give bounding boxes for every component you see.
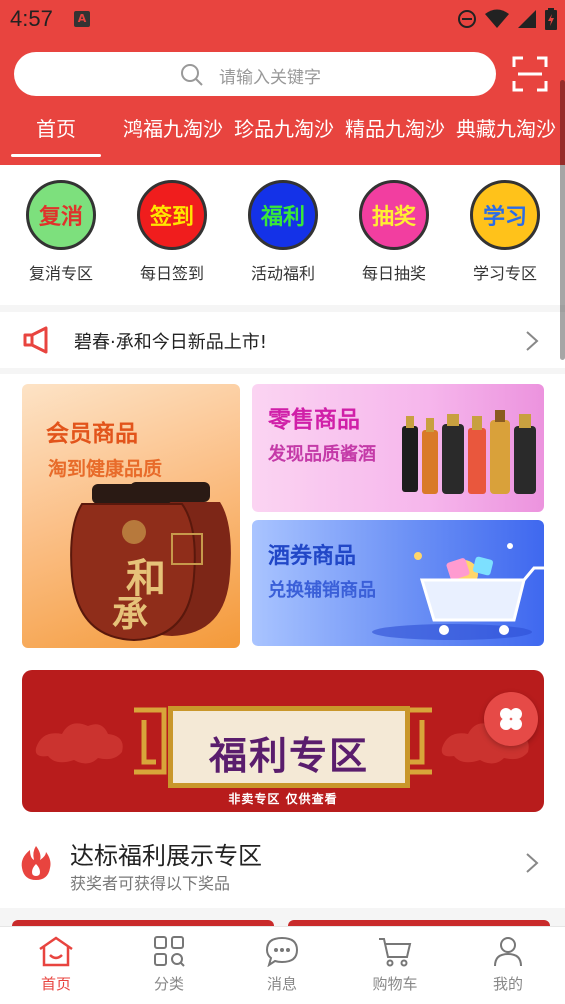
search-icon	[181, 64, 203, 86]
category-icon	[154, 936, 185, 967]
category-fuxiao[interactable]: 复消 复消专区	[13, 180, 109, 284]
category-badge-icon: 福利	[248, 180, 318, 250]
scan-icon[interactable]	[512, 56, 548, 92]
header: 4:57 A 请输入关键字 首页 鸿福九淘沙 珍品九淘沙 精品九淘沙 典藏九淘沙	[0, 0, 565, 165]
category-row: 复消 复消专区 签到 每日签到 福利 活动福利 抽奖 每日抽奖 学习 学习专区	[0, 165, 565, 305]
promo-grid: 会员商品 淘到健康品质 和 承 零售商品 发现品质酱酒 酒券商品 兑换辅销商品	[0, 374, 565, 664]
banner-title: 福利专区	[208, 734, 369, 778]
search-placeholder: 请输入关键字	[219, 68, 321, 88]
nav-category[interactable]: 分类	[124, 935, 214, 994]
tab-jingpin[interactable]: 精品九淘沙	[345, 108, 445, 150]
shopping-cart-image	[372, 543, 544, 640]
welfare-showcase-section[interactable]: 达标福利展示专区 获奖者可获得以下奖品	[0, 824, 565, 908]
category-label: 复消专区	[28, 264, 93, 283]
banner-subtitle: 非卖专区 仅供查看	[228, 792, 338, 806]
message-icon	[265, 936, 299, 967]
wifi-icon	[485, 9, 509, 28]
bottom-nav: 首页 分类 消息 购物车 我的	[0, 926, 565, 1004]
welfare-banner-area: 福利专区 非卖专区 仅供查看	[0, 664, 565, 824]
category-label: 学习专区	[472, 264, 537, 283]
status-time: 4:57	[10, 6, 53, 31]
nav-label: 消息	[266, 975, 297, 993]
section-subtitle: 获奖者可获得以下奖品	[70, 874, 231, 893]
tab-diancang[interactable]: 典藏九淘沙	[456, 108, 556, 150]
nav-label: 分类	[153, 975, 184, 993]
status-bar: 4:57 A	[0, 0, 565, 40]
nav-label: 购物车	[372, 975, 418, 993]
promo-member-card[interactable]: 会员商品 淘到健康品质 和 承	[22, 384, 240, 648]
baijiu-bottles-image	[402, 410, 536, 494]
category-badge-icon: 学习	[470, 180, 540, 250]
notice-text: 碧春·承和今日新品上市!	[74, 332, 267, 353]
notice-bar[interactable]: 碧春·承和今日新品上市!	[0, 312, 565, 368]
nav-cart[interactable]: 购物车	[350, 935, 440, 994]
category-checkin[interactable]: 签到 每日签到	[124, 180, 220, 284]
section-title: 达标福利展示专区	[70, 842, 262, 870]
category-badge-icon: 签到	[137, 180, 207, 250]
status-icons	[457, 8, 557, 30]
search-input[interactable]: 请输入关键字	[14, 52, 496, 96]
wine-jars-image: 和 承	[70, 482, 231, 642]
chevron-right-icon	[526, 853, 539, 873]
battery-icon	[545, 8, 557, 30]
nav-profile[interactable]: 我的	[463, 935, 553, 994]
tab-active-indicator	[11, 154, 101, 157]
signal-icon	[518, 10, 536, 28]
promo-retail-card[interactable]: 零售商品 发现品质酱酒	[252, 384, 544, 512]
category-lottery[interactable]: 抽奖 每日抽奖	[346, 180, 442, 284]
category-label: 每日签到	[139, 264, 204, 283]
tab-hongfu[interactable]: 鸿福九淘沙	[123, 108, 223, 150]
nav-label: 我的	[492, 975, 523, 993]
category-badge-icon: 复消	[26, 180, 96, 250]
megaphone-icon	[23, 326, 48, 354]
svg-text:承: 承	[112, 593, 148, 635]
chevron-right-icon	[526, 331, 539, 351]
fire-icon	[21, 846, 51, 880]
welfare-banner[interactable]: 福利专区 非卖专区 仅供查看	[22, 670, 544, 812]
clover-icon	[500, 708, 522, 730]
tab-bar: 首页 鸿福九淘沙 珍品九淘沙 精品九淘沙 典藏九淘沙	[0, 108, 565, 158]
nav-label: 首页	[40, 975, 71, 993]
cart-icon	[379, 938, 412, 967]
category-welfare[interactable]: 福利 活动福利	[235, 180, 331, 284]
tab-home[interactable]: 首页	[36, 108, 76, 150]
category-label: 活动福利	[250, 264, 315, 283]
app-notification-icon: A	[74, 11, 90, 27]
tab-zhenpin[interactable]: 珍品九淘沙	[234, 108, 334, 150]
nav-home[interactable]: 首页	[11, 935, 101, 994]
nav-messages[interactable]: 消息	[237, 935, 327, 994]
profile-icon	[494, 937, 522, 967]
home-icon	[39, 936, 73, 967]
dnd-icon	[458, 10, 476, 28]
scrollbar[interactable]	[560, 80, 565, 360]
banner-plate: 福利专区	[168, 706, 410, 788]
category-label: 每日抽奖	[361, 264, 426, 283]
promo-voucher-card[interactable]: 酒券商品 兑换辅销商品	[252, 520, 544, 646]
category-study[interactable]: 学习 学习专区	[457, 180, 553, 284]
floating-menu-button[interactable]	[484, 692, 538, 746]
category-badge-icon: 抽奖	[359, 180, 429, 250]
